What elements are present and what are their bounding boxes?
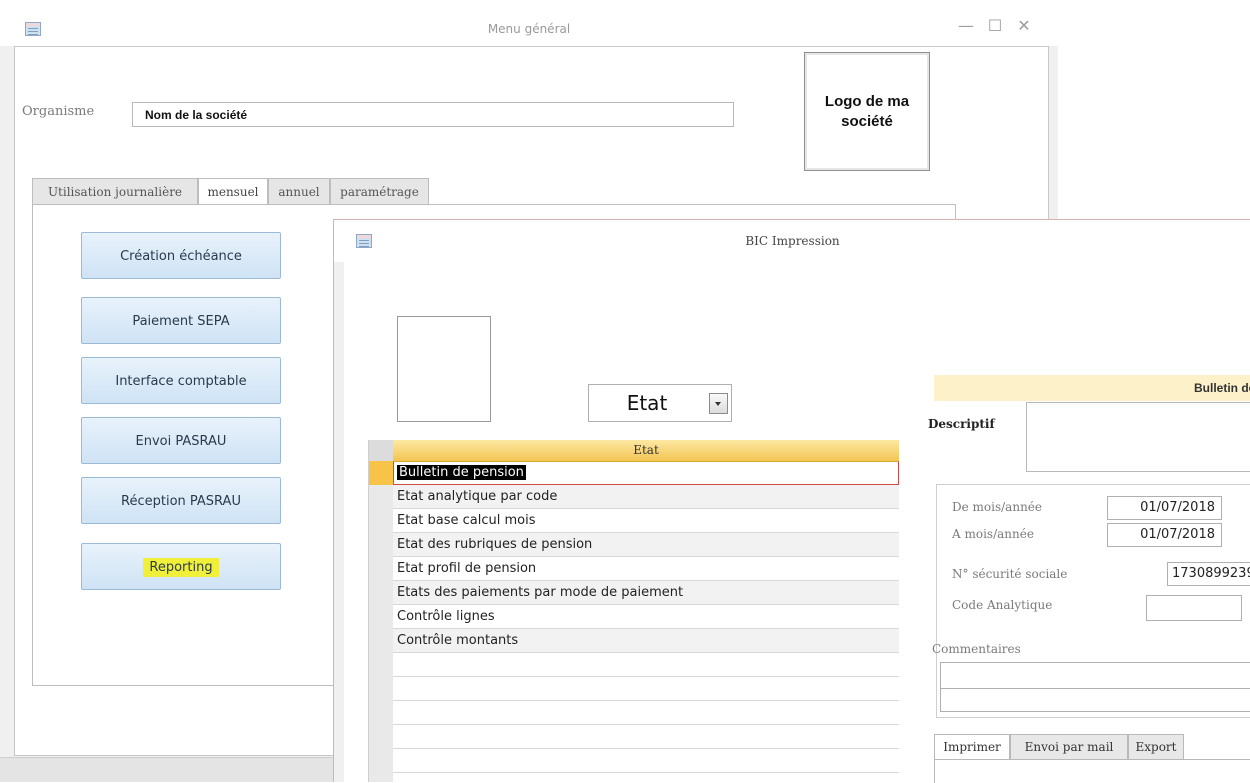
list-item[interactable]: Etat des rubriques de pension — [393, 533, 899, 557]
tab-imprimer[interactable]: Imprimer — [934, 734, 1010, 760]
record-selector-column — [369, 440, 393, 782]
tab-parametrage[interactable]: paramétrage — [330, 178, 429, 205]
imprimer-tab-panel — [934, 759, 1250, 783]
list-item[interactable]: Etat analytique par code — [393, 485, 899, 509]
minimize-icon[interactable]: — — [954, 16, 978, 35]
logo-text: Logo de ma société — [824, 92, 910, 130]
bic-impression-window: BIC Impression Etat Etat Bulletin de pen… — [333, 219, 1250, 783]
commentaires-label: Commentaires — [932, 642, 1021, 656]
descriptif-textbox[interactable] — [1026, 402, 1250, 472]
bulletin-title-bar: Bulletin de p — [934, 375, 1250, 401]
list-header-corner — [369, 440, 393, 461]
chevron-down-icon[interactable] — [709, 393, 728, 414]
main-window-title: Menu général — [487, 22, 571, 36]
empty-row — [393, 653, 899, 677]
a-mois-annee-label: A mois/année — [952, 527, 1034, 541]
reporting-button[interactable]: Reporting — [81, 543, 281, 590]
print-window-body: Etat Etat Bulletin de pension Etat analy… — [344, 262, 1250, 783]
list-item[interactable]: Contrôle montants — [393, 629, 899, 653]
print-window-title: BIC Impression — [745, 234, 840, 248]
securite-sociale-label: N° sécurité sociale — [952, 567, 1068, 581]
print-window-titlebar: BIC Impression — [334, 220, 1250, 262]
selected-row-marker[interactable] — [369, 461, 393, 485]
list-item[interactable]: Etat base calcul mois — [393, 509, 899, 533]
descriptif-label: Descriptif — [928, 417, 995, 431]
preview-image-box — [397, 316, 491, 422]
etat-column-header[interactable]: Etat — [393, 440, 899, 462]
company-logo: Logo de ma société — [804, 52, 930, 171]
code-analytique-field[interactable] — [1146, 595, 1242, 621]
tab-envoi-par-mail[interactable]: Envoi par mail — [1010, 734, 1128, 760]
list-item[interactable]: Etats des paiements par mode de paiement — [393, 581, 899, 605]
organisme-label: Organisme — [22, 104, 95, 119]
status-bar — [0, 757, 340, 782]
paiement-sepa-button[interactable]: Paiement SEPA — [81, 297, 281, 344]
tab-mensuel[interactable]: mensuel — [198, 178, 268, 205]
maximize-icon[interactable]: ☐ — [983, 16, 1007, 35]
etat-list: Etat Bulletin de pension Etat analytique… — [368, 440, 899, 782]
tab-utilisation-journaliere[interactable]: Utilisation journalière — [32, 178, 198, 205]
main-window-titlebar: Menu général — ☐ ✕ — [0, 0, 1058, 46]
de-mois-annee-label: De mois/année — [952, 500, 1042, 514]
list-item[interactable]: Etat profil de pension — [393, 557, 899, 581]
close-icon[interactable]: ✕ — [1012, 16, 1036, 35]
de-mois-annee-field[interactable]: 01/07/2018 — [1107, 496, 1222, 520]
securite-sociale-field[interactable]: 17308992390 — [1167, 562, 1250, 586]
empty-row — [393, 749, 899, 773]
empty-row — [393, 701, 899, 725]
tab-annuel[interactable]: annuel — [268, 178, 330, 205]
reception-pasrau-button[interactable]: Réception PASRAU — [81, 477, 281, 524]
reporting-label: Reporting — [143, 558, 219, 577]
commentaires-field[interactable] — [940, 662, 1250, 690]
envoi-pasrau-button[interactable]: Envoi PASRAU — [81, 417, 281, 464]
empty-row — [393, 725, 899, 749]
creation-echeance-button[interactable]: Création échéance — [81, 232, 281, 279]
code-analytique-label: Code Analytique — [952, 598, 1053, 612]
empty-row — [393, 677, 899, 701]
tab-export[interactable]: Export — [1128, 734, 1184, 760]
etat-combobox-value: Etat — [626, 391, 668, 415]
commentaires-field-line-2[interactable] — [940, 688, 1250, 712]
etat-combobox[interactable]: Etat — [588, 384, 732, 422]
a-mois-annee-field[interactable]: 01/07/2018 — [1107, 523, 1222, 547]
interface-comptable-button[interactable]: Interface comptable — [81, 357, 281, 404]
organisme-field[interactable]: Nom de la société — [132, 102, 734, 127]
list-item[interactable]: Contrôle lignes — [393, 605, 899, 629]
selected-row-outline — [393, 461, 899, 485]
